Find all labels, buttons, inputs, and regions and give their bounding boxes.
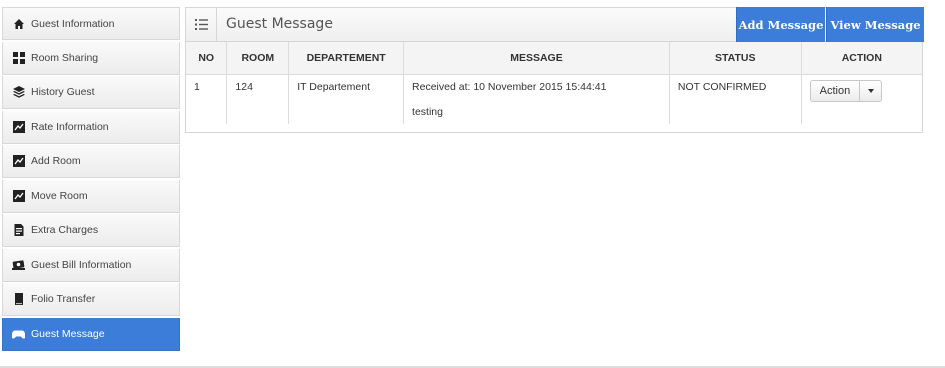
- sidebar-item-history-guest[interactable]: History Guest: [2, 76, 180, 109]
- chart-icon: [12, 120, 25, 133]
- sidebar-item-label: History Guest: [31, 86, 95, 98]
- sidebar-item-label: Move Room: [31, 189, 88, 202]
- column-header-room: ROOM: [226, 42, 290, 75]
- action-toggle-button[interactable]: [860, 80, 883, 102]
- column-header-message: MESSAGE: [403, 42, 670, 75]
- cell-no: 1: [186, 74, 228, 124]
- view-message-button[interactable]: View Message: [826, 7, 924, 42]
- column-header-action: ACTION: [800, 42, 922, 75]
- sidebar-item-label: Rate Information: [31, 120, 109, 133]
- table-header-row: NO ROOM DEPARTEMENT MESSAGE STATUS ACTIO…: [186, 42, 922, 75]
- message-received-time: Received at: 10 November 2015 15:44:41: [412, 81, 607, 93]
- sidebar-item-label: Add Room: [31, 155, 81, 167]
- layers-icon: [12, 86, 25, 99]
- sidebar-item-add-room[interactable]: Add Room: [2, 145, 180, 178]
- messages-table: NO ROOM DEPARTEMENT MESSAGE STATUS ACTIO…: [186, 42, 922, 124]
- column-header-department: DEPARTEMENT: [288, 42, 405, 75]
- page-title: Guest Message: [226, 16, 333, 32]
- sidebar-item-rate-information[interactable]: Rate Information: [2, 110, 180, 144]
- cell-room: 124: [226, 74, 290, 124]
- gamepad-icon: [12, 327, 25, 340]
- document-icon: [12, 224, 25, 237]
- sidebar-item-extra-charges[interactable]: Extra Charges: [2, 214, 180, 247]
- sidebar-item-label: Extra Charges: [31, 224, 99, 236]
- sidebar-item-label: Room Sharing: [31, 51, 99, 64]
- sidebar-item-label: Folio Transfer: [31, 293, 96, 305]
- sidebar-item-room-sharing[interactable]: Room Sharing: [2, 41, 180, 75]
- panel-header: Guest Message Add Message View Message: [186, 7, 924, 42]
- cell-status: NOT CONFIRMED: [668, 74, 802, 124]
- sidebar-item-label: Guest Message: [31, 327, 105, 340]
- sidebar-item-guest-bill-information[interactable]: Guest Bill Information: [2, 248, 180, 282]
- money-icon: [12, 258, 25, 271]
- caret-down-icon: [867, 89, 874, 93]
- sidebar-item-guest-message[interactable]: Guest Message: [2, 317, 180, 351]
- column-header-no: NO: [186, 42, 228, 75]
- column-header-status: STATUS: [668, 42, 802, 75]
- sidebar: Guest Information Room Sharing History G…: [2, 7, 180, 351]
- list-icon: [186, 8, 217, 41]
- chart-icon: [12, 155, 25, 168]
- add-message-button[interactable]: Add Message: [736, 7, 825, 42]
- sidebar-item-guest-information[interactable]: Guest Information: [2, 7, 180, 40]
- action-button[interactable]: Action: [809, 80, 861, 102]
- sidebar-item-label: Guest Bill Information: [31, 258, 132, 271]
- message-text: testing: [412, 106, 443, 118]
- home-icon: [12, 17, 25, 30]
- cell-department: IT Departement: [288, 74, 405, 124]
- table-row: 1 124 IT Departement Received at: 10 Nov…: [186, 74, 922, 124]
- sidebar-item-move-room[interactable]: Move Room: [2, 179, 180, 213]
- guest-message-panel: Guest Message Add Message View Message N…: [185, 7, 924, 133]
- sidebar-item-folio-transfer[interactable]: Folio Transfer: [2, 283, 180, 316]
- grid-icon: [12, 51, 25, 64]
- sidebar-item-label: Guest Information: [31, 17, 115, 30]
- chart-icon: [12, 189, 25, 202]
- book-icon: [12, 293, 25, 306]
- action-dropdown: Action: [809, 80, 883, 102]
- cell-message: Received at: 10 November 2015 15:44:41 t…: [403, 74, 670, 124]
- cell-action: Action: [800, 74, 922, 124]
